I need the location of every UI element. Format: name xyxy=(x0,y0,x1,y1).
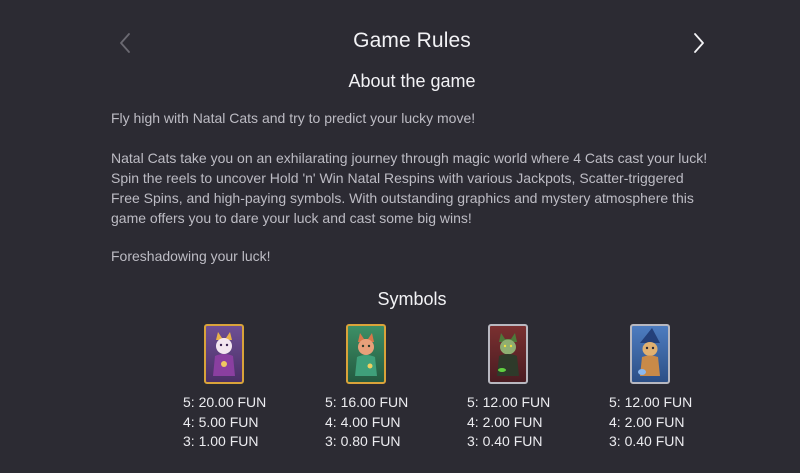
about-paragraph-intro: Fly high with Natal Cats and try to pred… xyxy=(111,110,476,126)
pay-4-of-a-kind: 4: 4.00 FUN xyxy=(325,413,401,430)
symbol-paytable: 5: 20.00 FUN 4: 5.00 FUN 3: 1.00 FUN xyxy=(183,393,293,452)
about-paragraph-tagline: Foreshadowing your luck! xyxy=(111,248,271,264)
pay-4-of-a-kind: 4: 2.00 FUN xyxy=(609,413,685,430)
symbol-item: 5: 16.00 FUN 4: 4.00 FUN 3: 0.80 FUN xyxy=(325,324,435,452)
pay-3-of-a-kind: 3: 0.40 FUN xyxy=(467,433,543,449)
game-rules-page: Game Rules About the game Fly high with … xyxy=(0,0,800,473)
chevron-right-icon[interactable] xyxy=(687,30,711,56)
pay-3-of-a-kind: 3: 0.80 FUN xyxy=(325,433,401,449)
symbol-paytable: 5: 12.00 FUN 4: 2.00 FUN 3: 0.40 FUN xyxy=(609,393,719,452)
pay-5-of-a-kind: 5: 16.00 FUN xyxy=(325,394,409,410)
symbols-heading: Symbols xyxy=(377,289,447,309)
pay-5-of-a-kind: 5: 12.00 FUN xyxy=(609,394,693,410)
symbol-item: 5: 12.00 FUN 4: 2.00 FUN 3: 0.40 FUN xyxy=(609,324,719,452)
witch-cat-symbol-icon xyxy=(488,324,528,384)
pay-3-of-a-kind: 3: 0.40 FUN xyxy=(609,433,685,449)
green-cat-symbol-icon xyxy=(346,324,386,384)
pay-3-of-a-kind: 3: 1.00 FUN xyxy=(183,433,259,449)
pay-5-of-a-kind: 5: 20.00 FUN xyxy=(183,394,267,410)
pay-5-of-a-kind: 5: 12.00 FUN xyxy=(467,394,551,410)
pay-4-of-a-kind: 4: 2.00 FUN xyxy=(467,413,543,430)
pay-4-of-a-kind: 4: 5.00 FUN xyxy=(183,413,259,430)
symbol-paytable: 5: 16.00 FUN 4: 4.00 FUN 3: 0.80 FUN xyxy=(325,393,435,452)
wizard-cat-symbol-icon xyxy=(630,324,670,384)
symbol-item: 5: 20.00 FUN 4: 5.00 FUN 3: 1.00 FUN xyxy=(183,324,293,452)
about-paragraph-description: Natal Cats take you on an exhilarating j… xyxy=(111,150,708,226)
symbol-paytable: 5: 12.00 FUN 4: 2.00 FUN 3: 0.40 FUN xyxy=(467,393,577,452)
symbol-item: 5: 12.00 FUN 4: 2.00 FUN 3: 0.40 FUN xyxy=(467,324,577,452)
page-title: Game Rules xyxy=(353,29,471,52)
purple-cat-symbol-icon xyxy=(204,324,244,384)
about-heading: About the game xyxy=(348,71,476,91)
